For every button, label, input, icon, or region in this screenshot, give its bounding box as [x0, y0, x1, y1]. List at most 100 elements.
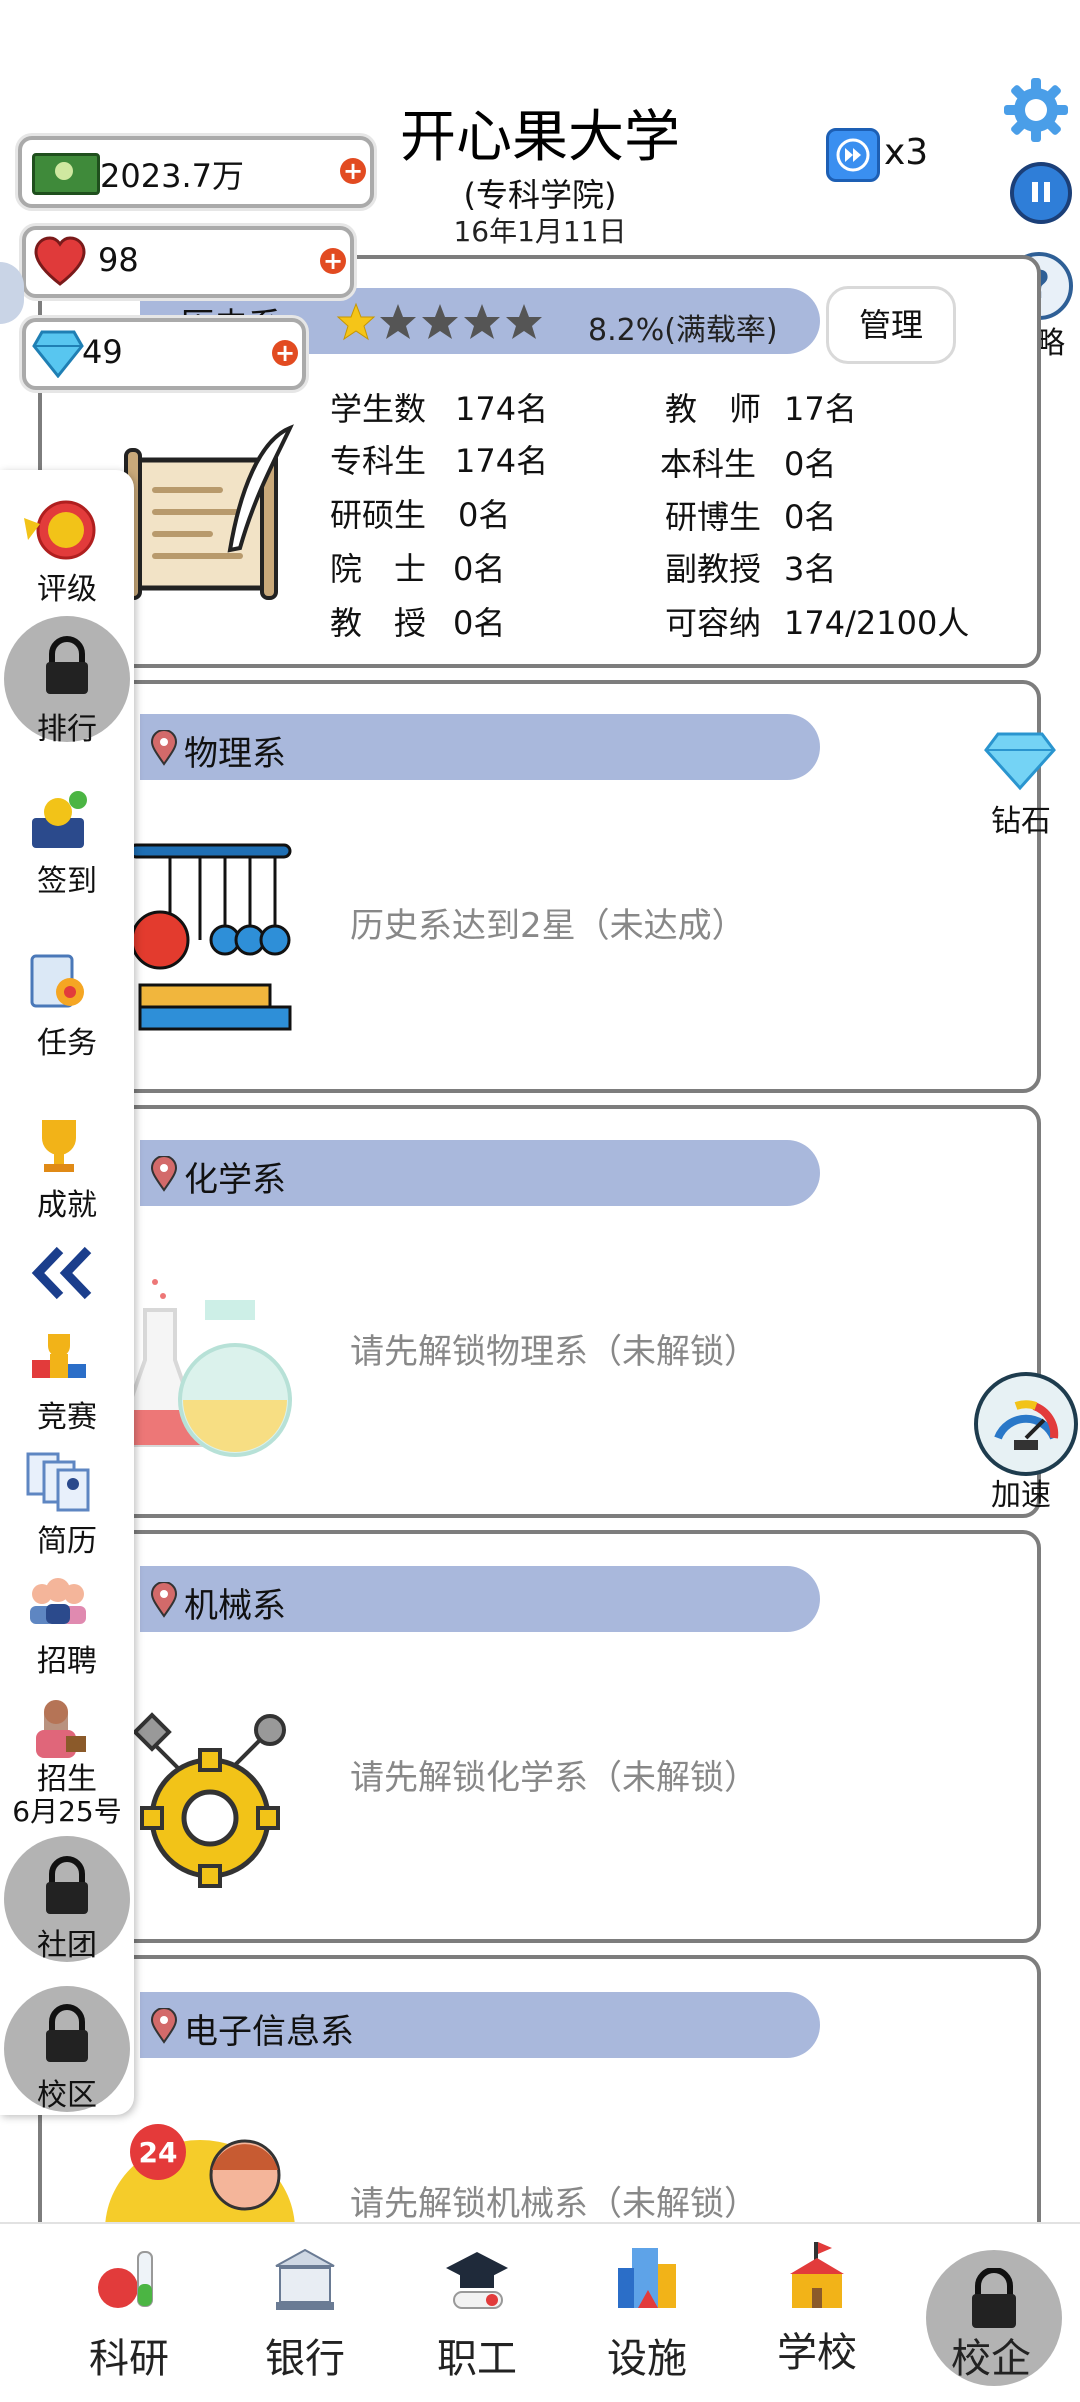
dept-name: 物理系 — [184, 734, 286, 774]
stat-value: 174/2100人 — [784, 604, 970, 642]
stat-value: 0名 — [458, 496, 511, 534]
speedometer-icon — [994, 1400, 1059, 1450]
tab-bank[interactable]: 银行 — [240, 2240, 370, 2390]
newton-cradle-icon — [120, 835, 300, 1045]
tab-school[interactable]: 学校 — [752, 2240, 882, 2390]
dept-status: 请先解锁化学系（未解锁） — [350, 1758, 758, 1798]
enrollment-icon — [26, 1696, 90, 1760]
svg-text:24: 24 — [139, 2136, 178, 2169]
manage-button[interactable]: 管理 — [826, 286, 956, 364]
enrollment-date: 6月25号 — [12, 1795, 122, 1828]
dept-name: 化学系 — [184, 1160, 286, 1200]
stat-value: 0名 — [784, 498, 837, 536]
stat-label: 本科生 — [660, 445, 757, 483]
stat-label: 研硕生 — [330, 496, 427, 534]
graduation-cap-icon — [446, 2252, 508, 2309]
tab-label: 设施 — [607, 2336, 687, 2382]
star-icon — [336, 302, 376, 341]
dept-name: 电子信息系 — [184, 2012, 354, 2052]
sidebar-item-resume[interactable]: 简历 — [0, 1516, 134, 1560]
sidebar-label: 社团 — [37, 1928, 97, 1963]
money-value: 2023.7万 — [100, 157, 244, 195]
dept-name: 机械系 — [184, 1586, 286, 1626]
stat-value: 17名 — [784, 390, 857, 428]
heart-icon — [34, 236, 86, 286]
stat-label: 专科生 — [330, 442, 427, 480]
stat-label: 院 士 — [330, 550, 427, 588]
lock-icon — [40, 2004, 94, 2064]
location-pin-icon — [150, 730, 178, 766]
tab-label: 银行 — [265, 2336, 345, 2382]
lock-icon — [40, 636, 94, 696]
checkin-icon — [28, 790, 90, 852]
hearts-box[interactable]: 98 + — [22, 226, 354, 298]
collapse-sidebar-button[interactable] — [28, 1244, 98, 1302]
tab-research[interactable]: 科研 — [64, 2240, 194, 2390]
tab-label: 职工 — [437, 2336, 517, 2382]
dept-status: 请先解锁机械系（未解锁） — [350, 2184, 758, 2224]
lock-icon — [966, 2267, 1022, 2330]
dept-status: 请先解锁物理系（未解锁） — [350, 1332, 758, 1372]
speed-up-label: 加速 — [991, 1478, 1051, 1513]
diamond-shop-label: 钻石 — [991, 804, 1051, 839]
money-box[interactable]: 2023.7万 + — [18, 136, 374, 208]
bank-icon — [275, 2248, 335, 2310]
tab-staff[interactable]: 职工 — [412, 2240, 542, 2390]
school-building-icon — [790, 2242, 844, 2308]
stat-value: 174名 — [455, 442, 549, 480]
stat-label: 教 授 — [330, 604, 427, 642]
sidebar-item-checkin[interactable]: 签到 — [0, 856, 134, 900]
add-money-button[interactable]: + — [340, 158, 366, 184]
sidebar-label: 校区 — [37, 2078, 97, 2113]
diamond-icon — [984, 732, 1056, 791]
flask-icon — [112, 1270, 305, 1470]
sidebar-label: 排行 — [37, 712, 97, 747]
stat-value: 3名 — [784, 550, 837, 588]
add-diamonds-button[interactable]: + — [272, 340, 298, 366]
dept-status: 历史系达到2星（未达成） — [350, 906, 746, 946]
tab-label: 校企 — [951, 2336, 1031, 2382]
stat-label: 研博生 — [665, 498, 762, 536]
cash-icon — [32, 153, 100, 195]
stat-label: 副教授 — [665, 550, 762, 588]
sidebar-item-recruit[interactable]: 招聘 — [0, 1636, 134, 1680]
stat-value: 174名 — [455, 390, 549, 428]
sidebar-item-rating[interactable]: 评级 — [0, 564, 134, 608]
support-agent-icon: 24 — [100, 2120, 300, 2222]
test-tube-icon — [98, 2251, 153, 2308]
sidebar-item-tasks[interactable]: 任务 — [0, 1018, 134, 1062]
gear-tools-icon — [120, 1700, 300, 1890]
gear-icon — [1004, 78, 1068, 142]
speed-multiplier: x3 — [884, 132, 929, 173]
diamond-box[interactable]: 49 + — [22, 318, 306, 390]
history-stats: 学生数 174名 教 师 17名 专科生 174名 本科生 0名 研硕生 0名 … — [330, 384, 1020, 644]
diamond-value: 49 — [82, 333, 123, 371]
resume-icon — [26, 1450, 90, 1512]
stat-label: 可容纳 — [665, 604, 762, 642]
diamond-icon — [32, 330, 84, 378]
recruit-icon — [26, 1576, 90, 1626]
stat-value: 0名 — [453, 550, 506, 588]
settings-button[interactable] — [1000, 74, 1072, 146]
tab-label: 科研 — [89, 2336, 169, 2382]
buildings-icon — [618, 2248, 676, 2308]
rating-badge-icon — [20, 500, 100, 562]
diamond-shop-button[interactable] — [984, 728, 1056, 792]
fast-forward-button[interactable] — [826, 128, 880, 182]
tab-facilities[interactable]: 设施 — [582, 2240, 712, 2390]
sidebar-item-competition[interactable]: 竞赛 — [0, 1392, 134, 1436]
star-rating — [336, 302, 546, 342]
task-icon — [28, 952, 90, 1014]
pause-icon — [1032, 182, 1050, 202]
hearts-value: 98 — [98, 241, 139, 279]
sidebar-collapse-edge[interactable] — [0, 262, 24, 324]
stat-label: 教 师 — [665, 390, 762, 428]
pause-button[interactable] — [1010, 162, 1072, 224]
fast-forward-icon — [836, 138, 870, 172]
sidebar-item-achievements[interactable]: 成就 — [0, 1180, 134, 1224]
load-rate: 8.2%(满载率) — [588, 313, 778, 348]
add-hearts-button[interactable]: + — [320, 248, 346, 274]
location-pin-icon — [150, 1156, 178, 1192]
speed-up-button[interactable] — [974, 1372, 1078, 1476]
double-chevron-left-icon — [31, 1246, 92, 1300]
